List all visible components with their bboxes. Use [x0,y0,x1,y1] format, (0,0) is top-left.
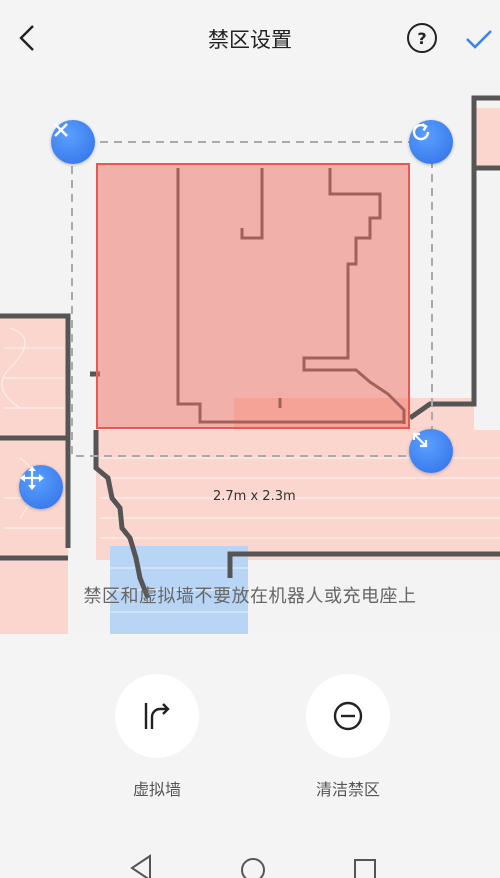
resize-zone-handle[interactable] [409,429,453,473]
resize-icon [412,432,428,448]
no-go-zone[interactable] [96,163,410,429]
screen: 禁区设置 ? 2.7m x 2.3m 禁区和虚拟墙不要放在机器人或充电座上 虚拟… [0,0,500,878]
confirm-button[interactable] [462,22,496,56]
no-go-zone-button[interactable] [306,674,390,758]
nav-recents-icon[interactable] [354,859,376,878]
placement-hint: 禁区和虚拟墙不要放在机器人或充电座上 [83,586,417,607]
header: 禁区设置 ? [0,0,500,78]
virtual-wall-tool[interactable]: 虚拟墙 [87,674,227,800]
move-zone-handle[interactable] [19,465,63,509]
nav-home-icon[interactable] [241,858,265,878]
virtual-wall-icon [144,703,170,729]
help-button[interactable]: ? [407,23,437,53]
tool-panel: 虚拟墙 清洁禁区 [0,634,500,878]
help-icon: ? [417,28,427,48]
nav-back-icon[interactable] [130,854,151,878]
check-icon [466,30,492,49]
move-icon [20,466,44,490]
delete-zone-handle[interactable] [51,120,95,164]
no-go-zone-icon [333,701,363,731]
no-go-zone-label: 清洁禁区 [315,780,380,799]
virtual-wall-label: 虚拟墙 [132,780,181,799]
virtual-wall-button[interactable] [115,674,199,758]
close-icon [54,123,68,137]
rotate-icon [412,122,430,141]
no-go-zone-tool[interactable]: 清洁禁区 [278,674,418,800]
zone-dimensions: 2.7m x 2.3m [213,489,296,504]
map-view[interactable]: 2.7m x 2.3m 禁区和虚拟墙不要放在机器人或充电座上 [0,78,500,634]
room-right [474,108,500,168]
rotate-zone-handle[interactable] [409,120,453,164]
system-nav-bar [130,854,376,878]
